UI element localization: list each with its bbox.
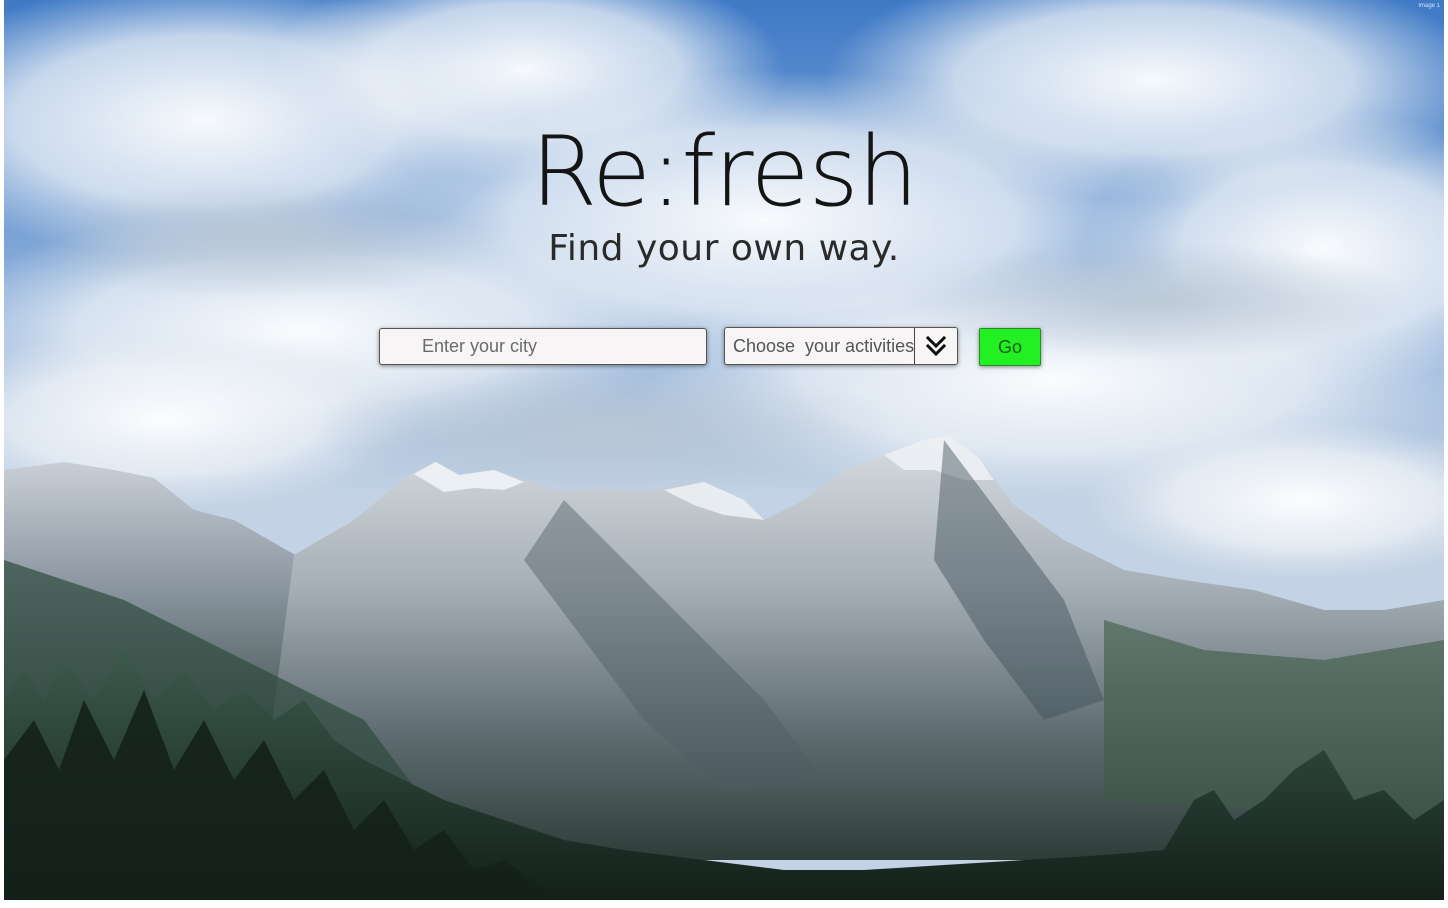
double-chevron-down-icon[interactable] [914,328,957,364]
app-tagline: Find your own way. [548,228,900,269]
go-button[interactable]: Go [979,328,1041,366]
activities-dropdown-label: Choose your activities [733,335,915,356]
image-corner-label: Image 1 [1418,3,1440,9]
activities-dropdown[interactable]: Choose your activities [724,327,958,365]
hero-section: Image 1 Re:fresh Find your own way. Choo… [4,0,1444,900]
app-title: Re:fresh [530,116,919,228]
city-search-input[interactable] [379,328,707,365]
